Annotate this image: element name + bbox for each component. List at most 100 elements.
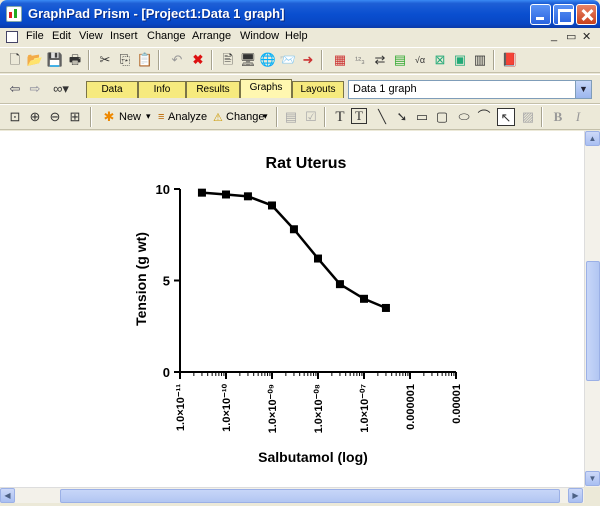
x-tick-label: 1.0×10⁻⁰⁹ [267,384,279,433]
excel-icon[interactable]: ⊠ [431,51,449,69]
scroll-up-icon[interactable]: ▲ [585,131,600,146]
data-point-marker [243,192,252,201]
forward-arrow-icon[interactable]: ⇨ [26,80,44,98]
data-point-marker [381,303,390,312]
tab-info[interactable]: Info [138,81,186,98]
text-box-tool-icon[interactable]: T [351,108,367,124]
tab-layouts[interactable]: Layouts [292,81,344,98]
data-point-marker [335,280,344,289]
mdi-close-icon[interactable]: ✕ [582,30,591,43]
ellipse-tool-icon[interactable]: ⬭ [455,108,473,126]
analyze-icon[interactable]: ▤ [391,51,409,69]
sheet-select[interactable]: Data 1 graph ▼ [348,80,592,99]
rounded-rectangle-tool-icon[interactable]: ▢ [433,108,451,126]
menu-arrange[interactable]: Arrange [192,30,231,42]
change-button[interactable]: Change [226,111,265,123]
toolbar-separator [321,50,323,70]
number-format-icon[interactable]: ¹²₃ [351,51,369,69]
tab-data[interactable]: Data [86,81,138,98]
arc-tool-icon[interactable]: ⌒ [475,108,493,126]
formula-icon[interactable]: √α [411,51,429,69]
calendar-icon[interactable]: ▥ [471,51,489,69]
prism-app-icon[interactable] [6,6,22,22]
menu-help[interactable]: Help [285,30,308,42]
menu-edit[interactable]: Edit [52,30,71,42]
minimize-button[interactable] [530,4,551,25]
copy-format-icon[interactable]: ▤ [282,108,300,126]
paste-format-icon[interactable]: ☑ [302,108,320,126]
copy-icon[interactable]: ⎘ [116,51,134,69]
graph-canvas[interactable]: Rat Uterus 0 5 10 1.0×10⁻¹¹ 1.0×10⁻¹⁰ 1.0×10⁻… [0,131,584,487]
menu-window[interactable]: Window [240,30,279,42]
document-icon[interactable] [6,31,18,43]
print-icon[interactable]: 🖶 [66,51,84,69]
chart-tool-icon[interactable]: ▨ [519,108,537,126]
menu-file[interactable]: File [26,30,44,42]
chart-title[interactable]: Rat Uterus [266,155,347,172]
scrollbar-corner [584,487,600,503]
data-point-marker [314,254,322,263]
delete-icon[interactable]: ✖ [189,51,207,69]
line-tool-icon[interactable]: ╲ [373,108,391,126]
y-tick-label: 10 [156,182,170,197]
new-table-icon[interactable]: ▦ [331,51,349,69]
send-icon[interactable]: 📨 [279,51,297,69]
mdi-restore-icon[interactable]: ▭ [566,30,576,43]
tab-results[interactable]: Results [186,81,240,98]
chart-series[interactable] [197,188,390,312]
grid-view-icon[interactable]: ⊞ [66,108,84,126]
x-axis-label[interactable]: Salbutamol (log) [258,449,368,465]
next-icon[interactable]: ➜ [299,51,317,69]
spreadsheet-icon[interactable]: ▣ [451,51,469,69]
monitor-icon[interactable]: 🖥 [239,51,257,69]
new-button[interactable]: New [119,111,141,123]
scroll-left-icon[interactable]: ◀ [0,488,15,503]
transpose-icon[interactable]: ⇄ [371,51,389,69]
horizontal-scrollbar[interactable]: ◀ ▶ [0,487,584,503]
menu-change[interactable]: Change [147,30,186,42]
link-dropdown-icon[interactable]: ∞▾ [48,80,74,98]
vertical-scroll-thumb[interactable] [586,261,600,381]
paste-icon[interactable]: 📋 [136,51,154,69]
title-bar: GraphPad Prism - [Project1:Data 1 graph] [0,0,600,28]
change-triangle-icon: ⚠ [213,112,223,124]
toolbar-separator [324,107,326,127]
scroll-down-icon[interactable]: ▼ [585,471,600,486]
maximize-button[interactable] [553,4,574,25]
zoom-in-icon[interactable]: ⊕ [26,108,44,126]
save-icon[interactable]: 💾 [46,51,64,69]
undo-icon[interactable]: ↶ [168,51,186,69]
pointer-tool-icon[interactable]: ↖ [497,108,515,126]
zoom-out-icon[interactable]: ⊖ [46,108,64,126]
open-folder-icon[interactable]: 📂 [26,51,44,69]
y-axis-label[interactable]: Tension (g wt) [133,232,149,326]
rectangle-tool-icon[interactable]: ▭ [413,108,431,126]
text-tool-icon[interactable]: T [331,108,349,126]
sheet-select-value: Data 1 graph [353,83,417,95]
x-tick-label: 1.0×10⁻⁰⁷ [359,384,371,433]
export-icon[interactable]: 🖹 [219,51,237,69]
tab-graphs[interactable]: Graphs [240,79,292,98]
book-icon[interactable]: 📕 [501,51,519,69]
close-button[interactable] [576,4,597,25]
italic-icon[interactable]: I [569,108,587,126]
horizontal-scroll-thumb[interactable] [60,489,560,503]
bold-icon[interactable]: B [549,108,567,126]
scroll-right-icon[interactable]: ▶ [568,488,583,503]
new-file-icon[interactable]: 🗋 [6,51,24,69]
new-star-icon[interactable]: ✱ [100,108,118,126]
menu-insert[interactable]: Insert [110,30,138,42]
chevron-down-icon[interactable]: ▼ [575,81,591,98]
menu-view[interactable]: View [79,30,103,42]
cut-icon[interactable]: ✂ [96,51,114,69]
web-icon[interactable]: 🌐 [259,51,277,69]
analyze-button[interactable]: Analyze [168,111,207,123]
back-arrow-icon[interactable]: ⇦ [6,80,24,98]
new-dropdown-icon[interactable]: ▾ [146,111,151,122]
y-tick-label: 0 [163,365,170,380]
vertical-scrollbar[interactable]: ▲ ▼ [584,131,600,487]
zoom-fit-icon[interactable]: ⊡ [6,108,24,126]
arrow-tool-icon[interactable]: ➘ [393,108,411,126]
mdi-minimize-icon[interactable]: _ [551,30,557,42]
change-dropdown-icon[interactable]: ▾ [263,111,268,122]
